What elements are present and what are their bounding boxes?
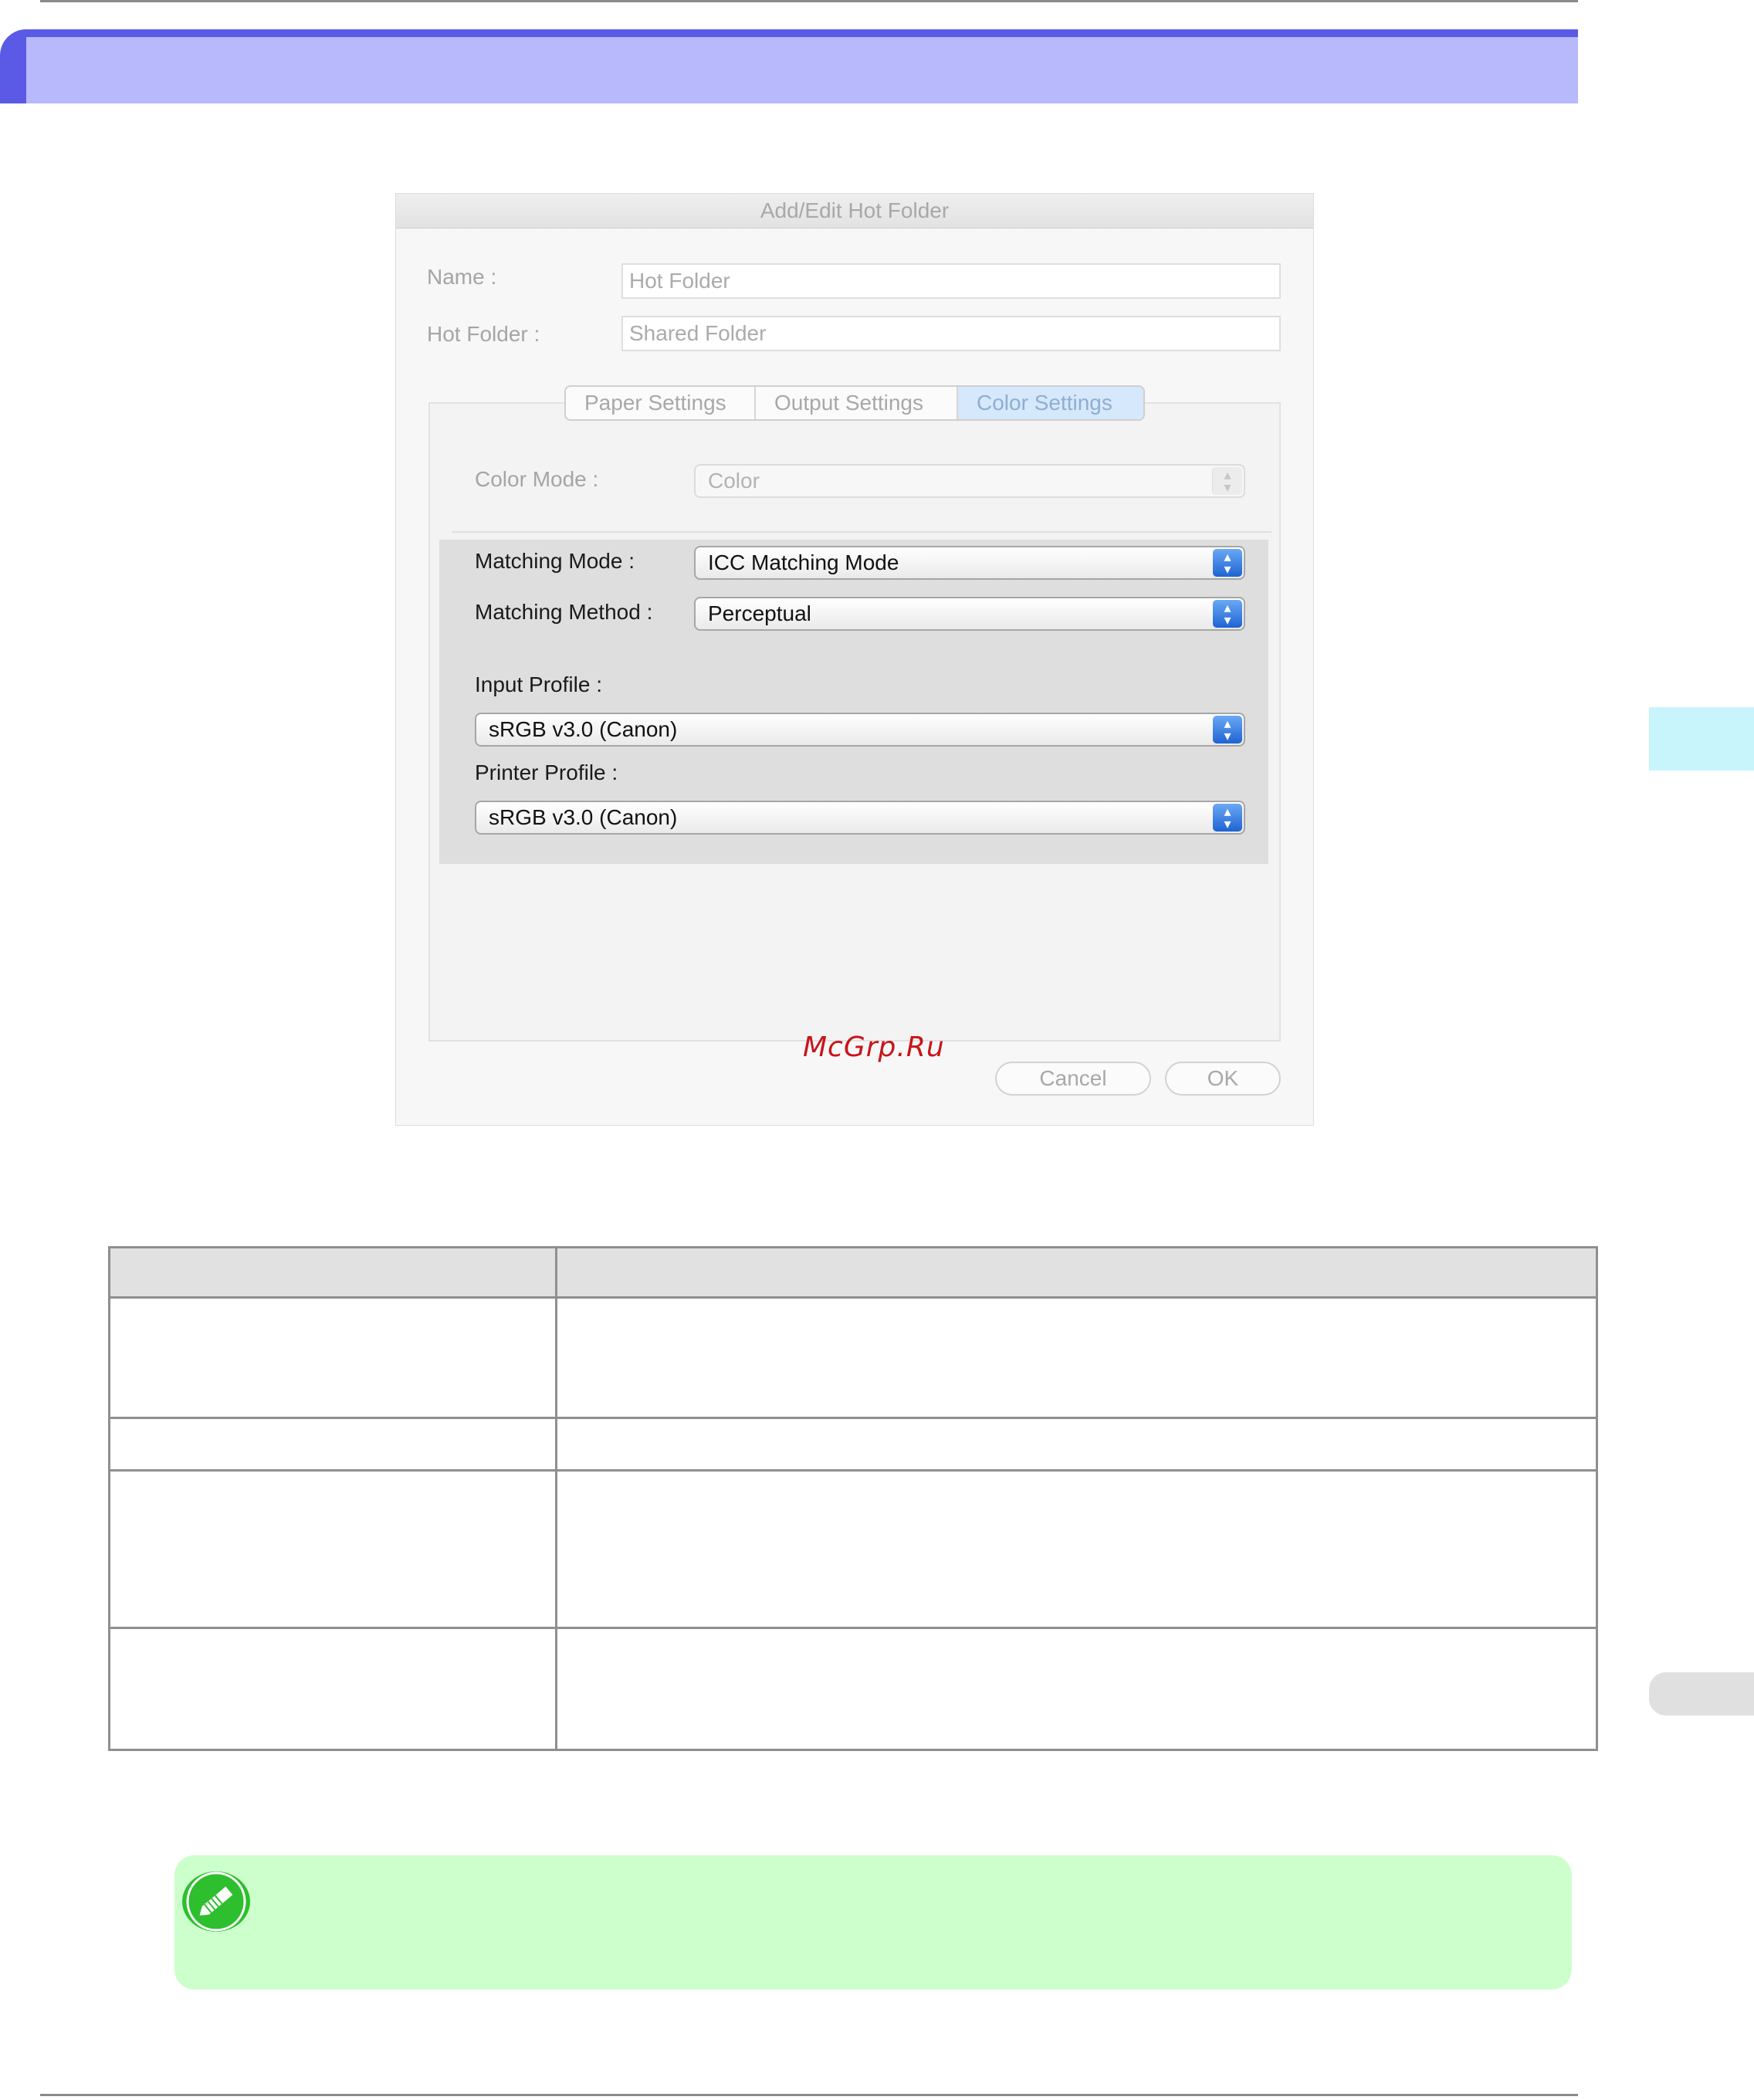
matching-mode-value: ICC Matching Mode <box>708 550 899 574</box>
table-cell <box>555 1417 1598 1472</box>
up-down-arrows-icon: ▴ ▾ <box>1213 804 1242 832</box>
up-down-arrows-icon: ▴ ▾ <box>1213 716 1242 743</box>
name-field[interactable]: Hot Folder <box>621 263 1281 299</box>
table-cell <box>108 1469 557 1629</box>
table-cell <box>555 1627 1598 1751</box>
chapter-side-tab[interactable] <box>1649 707 1754 771</box>
table-row <box>108 1296 1598 1419</box>
settings-tabs: Paper Settings Output Settings Color Set… <box>564 385 1145 421</box>
tab-paper-settings[interactable]: Paper Settings <box>566 387 756 419</box>
input-profile-value: sRGB v3.0 (Canon) <box>489 717 678 741</box>
table-cell <box>108 1296 557 1419</box>
color-mode-select[interactable]: Color ▴ ▾ <box>694 464 1245 498</box>
table-header-cell <box>555 1246 1598 1299</box>
table-header-row <box>108 1246 1598 1299</box>
cancel-button[interactable]: Cancel <box>995 1062 1151 1096</box>
hot-folder-field[interactable]: Shared Folder <box>621 316 1281 351</box>
table-cell <box>555 1296 1598 1419</box>
bottom-rule <box>40 2094 1578 2096</box>
table-cell <box>555 1469 1598 1629</box>
name-label: Name : <box>427 265 497 289</box>
hot-folder-label: Hot Folder : <box>427 322 540 346</box>
up-down-arrows-icon: ▴ ▾ <box>1213 549 1242 577</box>
dialog-title: Add/Edit Hot Folder <box>396 194 1313 229</box>
printer-profile-select[interactable]: sRGB v3.0 (Canon) ▴ ▾ <box>475 801 1245 835</box>
table-row <box>108 1627 1598 1751</box>
printer-profile-label: Printer Profile : <box>475 760 618 784</box>
table-cell <box>108 1627 557 1751</box>
table-row <box>108 1417 1598 1472</box>
section-divider <box>452 531 1271 533</box>
printer-profile-value: sRGB v3.0 (Canon) <box>489 805 678 829</box>
top-rule <box>40 0 1578 2</box>
matching-method-value: Perceptual <box>708 601 811 625</box>
note-box <box>174 1855 1572 1990</box>
settings-table <box>108 1246 1598 1751</box>
table-header-cell <box>108 1246 557 1299</box>
watermark: McGrp.Ru <box>803 1031 945 1063</box>
tab-output-settings[interactable]: Output Settings <box>756 387 958 419</box>
matching-method-select[interactable]: Perceptual ▴ ▾ <box>694 597 1245 631</box>
table-cell <box>108 1417 557 1472</box>
color-mode-label: Color Mode : <box>475 467 599 491</box>
tab-color-settings[interactable]: Color Settings <box>958 387 1143 419</box>
color-mode-value: Color <box>708 469 760 493</box>
index-side-tab[interactable] <box>1649 1672 1754 1716</box>
matching-method-label: Matching Method : <box>475 600 653 624</box>
ok-button[interactable]: OK <box>1165 1062 1281 1096</box>
up-down-arrows-icon: ▴ ▾ <box>1212 467 1242 495</box>
matching-mode-label: Matching Mode : <box>475 549 635 573</box>
section-title-band-inner <box>26 37 1578 103</box>
up-down-arrows-icon: ▴ ▾ <box>1213 600 1242 628</box>
pencil-note-icon <box>182 1871 250 1932</box>
input-profile-select[interactable]: sRGB v3.0 (Canon) ▴ ▾ <box>475 713 1245 747</box>
add-edit-hot-folder-dialog: Add/Edit Hot Folder Name : Hot Folder Ho… <box>395 193 1314 1126</box>
input-profile-label: Input Profile : <box>475 672 602 696</box>
table-row <box>108 1469 1598 1629</box>
matching-mode-select[interactable]: ICC Matching Mode ▴ ▾ <box>694 546 1245 580</box>
